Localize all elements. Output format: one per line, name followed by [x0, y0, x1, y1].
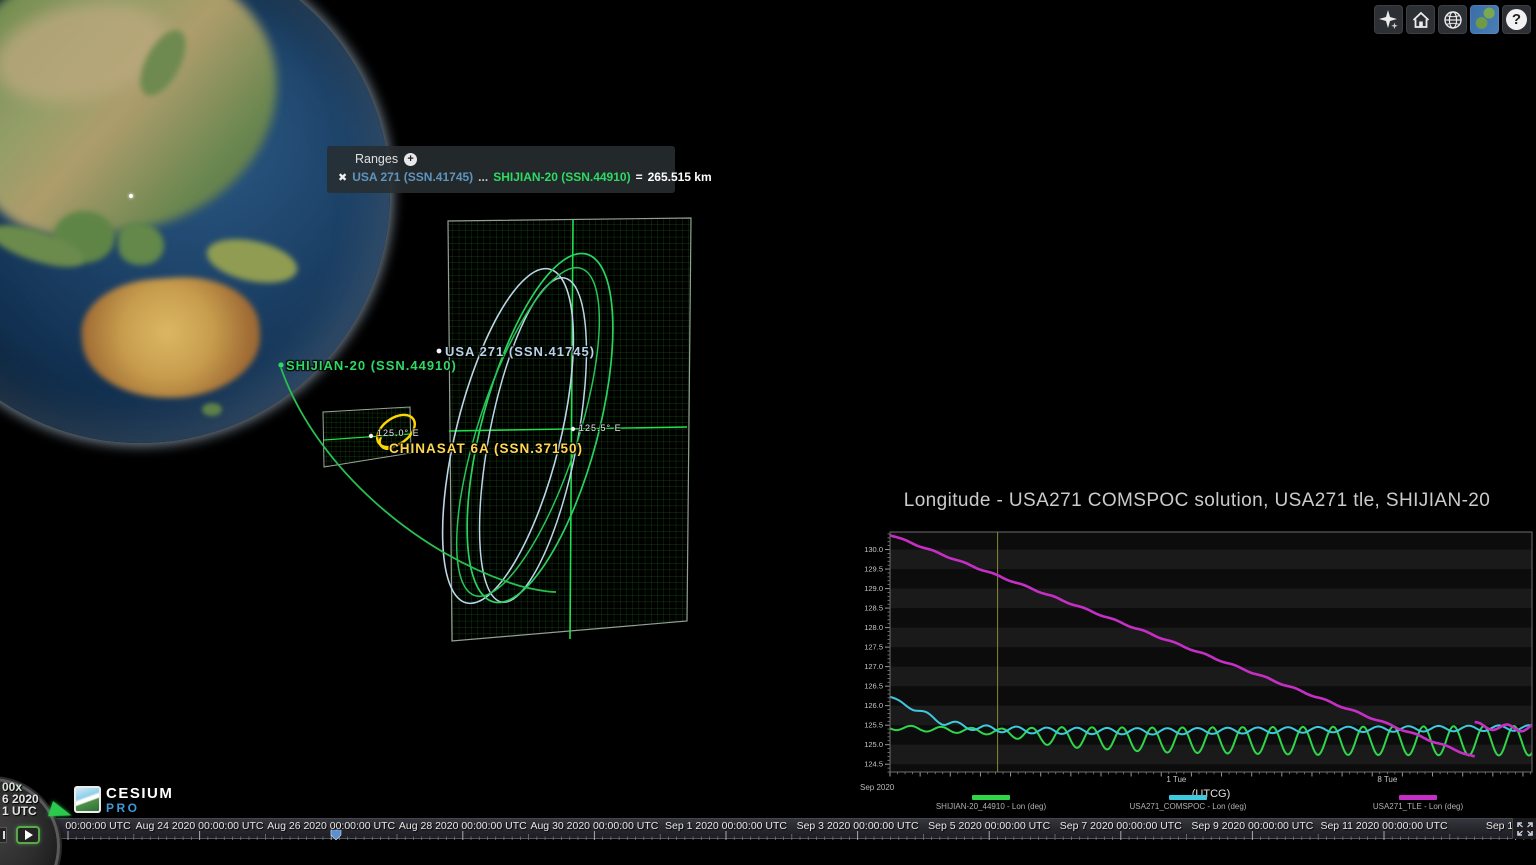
- range-dots: ...: [478, 170, 488, 184]
- globe-wireframe-icon: [1442, 9, 1464, 31]
- svg-text:8 Tue: 8 Tue: [1377, 775, 1398, 784]
- home-icon: [1411, 10, 1431, 30]
- help-button[interactable]: ?: [1502, 5, 1531, 34]
- logo-subtitle: PRO: [106, 802, 173, 814]
- range-sat-b: SHIJIAN-20 (SSN.44910): [493, 170, 630, 184]
- range-equals: =: [636, 170, 643, 184]
- viewer-toolbar: ?: [1374, 5, 1531, 34]
- svg-text:USA271_TLE - Lon (deg): USA271_TLE - Lon (deg): [1373, 802, 1464, 811]
- play-button[interactable]: [16, 826, 40, 844]
- timeline-label: Sep 5 2020 00:00:00 UTC: [928, 820, 1050, 832]
- logo-title: CESIUM: [106, 786, 173, 801]
- timeline-label: 00:00:00 UTC: [65, 820, 130, 832]
- navigation-compass-button[interactable]: [1374, 5, 1403, 34]
- timeline-label: Aug 30 2020 00:00:00 UTC: [530, 820, 658, 832]
- timeline-label: Aug 24 2020 00:00:00 UTC: [136, 820, 264, 832]
- timeline-label: Sep 3 2020 00:00:00 UTC: [797, 820, 919, 832]
- svg-text:128.5: 128.5: [864, 604, 883, 613]
- shijian-trajectory-line: [281, 368, 556, 592]
- compass-star-icon: [1378, 9, 1400, 31]
- svg-text:127.0: 127.0: [864, 662, 883, 671]
- earth-globe[interactable]: [0, 0, 390, 443]
- ground-point-marker: [129, 194, 133, 198]
- scene-mode-button[interactable]: [1438, 5, 1467, 34]
- longitude-125-5-label: 125.5° E: [579, 423, 622, 433]
- svg-text:124.5: 124.5: [864, 760, 883, 769]
- fullscreen-button[interactable]: [1512, 818, 1536, 839]
- lon-125-5-dot: [571, 427, 575, 431]
- range-value: 265.515 km: [648, 170, 712, 184]
- chinasat-satellite-label[interactable]: CHINASAT 6A (SSN.37150): [389, 441, 583, 456]
- add-range-icon[interactable]: +: [404, 153, 417, 166]
- grid-crosshair-horizontal: [449, 427, 687, 431]
- timeline-label: Sep 7 2020 00:00:00 UTC: [1060, 820, 1182, 832]
- timeline-label: Sep 1 2020 00:00:00 UTC: [665, 820, 787, 832]
- help-question-icon: ?: [1506, 9, 1527, 30]
- longitude-chart-svg: 124.5 125.0 125.5 126.0 126.5 127.0 127.5 128.0…: [858, 520, 1536, 815]
- timeline-label: Sep 11 2020 00:00:00 UTC: [1320, 820, 1447, 832]
- cesium-viewport[interactable]: USA 271 (SSN.41745) SHIJIAN-20 (SSN.4491…: [0, 0, 1536, 865]
- grid-crosshair-vertical: [570, 220, 573, 639]
- timeline[interactable]: 00:00:00 UTCAug 24 2020 00:00:00 UTCAug …: [0, 818, 1536, 839]
- longitude-125-0-label: 125.0° E: [377, 428, 420, 438]
- svg-text:1 Tue: 1 Tue: [1166, 775, 1187, 784]
- svg-text:127.5: 127.5: [864, 643, 883, 652]
- svg-text:125.5: 125.5: [864, 721, 883, 730]
- svg-text:129.5: 129.5: [864, 565, 883, 574]
- usa271-orbit-trace-2: [458, 270, 607, 611]
- remove-range-icon[interactable]: ✖: [338, 171, 347, 184]
- play-icon: [25, 830, 33, 840]
- timeline-label: Aug 26 2020 00:00:00 UTC: [267, 820, 395, 832]
- cesium-logo-icon: [74, 786, 101, 813]
- svg-text:128.0: 128.0: [864, 623, 883, 632]
- landmass-australia: [78, 272, 264, 404]
- landmass-tasmania: [202, 403, 222, 416]
- svg-text:129.0: 129.0: [864, 584, 883, 593]
- landmass-sulawesi: [118, 223, 164, 265]
- lon-125-0-dot: [369, 434, 373, 438]
- imagery-picker-button[interactable]: [1470, 5, 1499, 34]
- usa271-satellite-label[interactable]: USA 271 (SSN.41745): [445, 344, 595, 359]
- svg-text:USA271_COMSPOC - Lon (deg): USA271_COMSPOC - Lon (deg): [1130, 802, 1247, 811]
- usa271-orbit-trace-1: [416, 257, 600, 616]
- svg-text:125.0: 125.0: [864, 740, 883, 749]
- range-sat-a: USA 271 (SSN.41745): [352, 170, 473, 184]
- timeline-label: Aug 28 2020 00:00:00 UTC: [399, 820, 527, 832]
- cesium-pro-logo[interactable]: CESIUM PRO: [74, 786, 173, 814]
- svg-text:126.5: 126.5: [864, 682, 883, 691]
- usa271-dot: [437, 349, 442, 354]
- expand-arrows-icon: [1517, 822, 1533, 836]
- home-view-button[interactable]: [1406, 5, 1435, 34]
- ranges-panel-title: Ranges: [355, 152, 398, 166]
- animation-time-text: 1 UTC: [2, 804, 37, 818]
- svg-text:126.0: 126.0: [864, 701, 883, 710]
- svg-text:SHIJIAN-20_44910 - Lon (deg): SHIJIAN-20_44910 - Lon (deg): [936, 802, 1047, 811]
- timeline-label: Sep 9 2020 00:00:00 UTC: [1191, 820, 1313, 832]
- shijian-satellite-label[interactable]: SHIJIAN-20 (SSN.44910): [286, 358, 457, 373]
- svg-text:Sep 2020: Sep 2020: [860, 783, 895, 792]
- range-row: ✖ USA 271 (SSN.41745) ... SHIJIAN-20 (SS…: [338, 170, 665, 184]
- landmass-new-guinea: [203, 232, 301, 290]
- pause-button[interactable]: [0, 827, 7, 843]
- chart-title: Longitude - USA271 COMSPOC solution, USA…: [858, 490, 1536, 512]
- longitude-grid-plane: [448, 218, 691, 641]
- svg-text:130.0: 130.0: [864, 545, 883, 554]
- ranges-panel: Ranges + ✖ USA 271 (SSN.41745) ... SHIJI…: [327, 146, 675, 193]
